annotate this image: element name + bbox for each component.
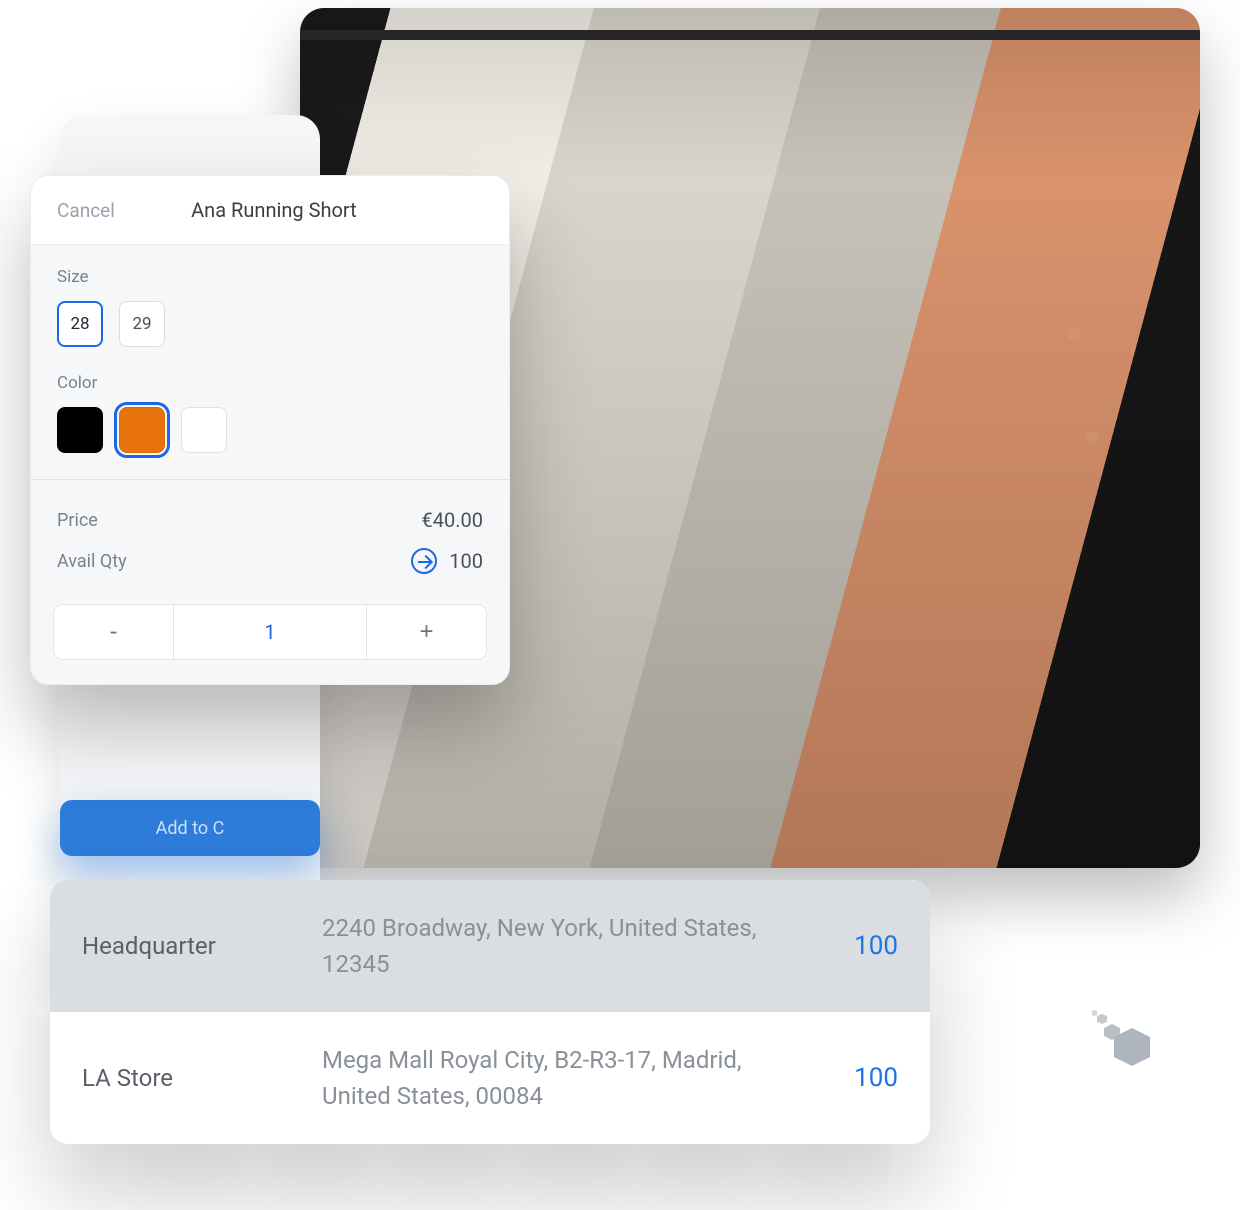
qty-increment-button[interactable]: + (366, 605, 486, 659)
location-address: Mega Mall Royal City, B2-R3-17, Madrid, … (322, 1042, 768, 1114)
add-to-cart-label: Add to C (156, 818, 225, 839)
color-options (57, 407, 483, 453)
price-label: Price (57, 510, 98, 531)
product-title: Ana Running Short (65, 198, 483, 222)
location-address: 2240 Broadway, New York, United States, … (322, 910, 768, 982)
locations-list: Headquarter 2240 Broadway, New York, Uni… (50, 880, 930, 1144)
avail-value: 100 (449, 549, 483, 573)
color-swatch-orange[interactable] (119, 407, 165, 453)
price-row: Price €40.00 (57, 500, 483, 540)
avail-label: Avail Qty (57, 551, 127, 572)
product-card-header: Cancel Ana Running Short (31, 176, 509, 245)
qty-decrement-button[interactable]: - (54, 605, 174, 659)
size-option-29[interactable]: 29 (119, 301, 165, 347)
location-name: LA Store (82, 1064, 312, 1092)
location-row[interactable]: Headquarter 2240 Broadway, New York, Uni… (50, 880, 930, 1012)
location-name: Headquarter (82, 932, 312, 960)
color-section: Color (31, 369, 509, 475)
location-row[interactable]: LA Store Mega Mall Royal City, B2-R3-17,… (50, 1012, 930, 1144)
size-label: Size (57, 267, 483, 287)
price-value: €40.00 (422, 508, 483, 532)
pricing-section: Price €40.00 Avail Qty 100 (31, 480, 509, 604)
brand-cube-icon (1092, 1010, 1162, 1070)
location-qty: 100 (778, 1063, 898, 1093)
size-section: Size 28 29 (31, 245, 509, 369)
qty-value: 1 (174, 605, 366, 659)
size-options: 28 29 (57, 301, 483, 347)
color-swatch-white[interactable] (181, 407, 227, 453)
location-qty: 100 (778, 931, 898, 961)
color-swatch-black[interactable] (57, 407, 103, 453)
transfer-icon[interactable] (411, 548, 437, 574)
size-option-28[interactable]: 28 (57, 301, 103, 347)
add-to-cart-button[interactable]: Add to C (60, 800, 320, 856)
color-label: Color (57, 373, 483, 393)
avail-row: Avail Qty 100 (57, 540, 483, 582)
quantity-stepper: - 1 + (53, 604, 487, 660)
product-card: Cancel Ana Running Short Size 28 29 Colo… (30, 175, 510, 685)
